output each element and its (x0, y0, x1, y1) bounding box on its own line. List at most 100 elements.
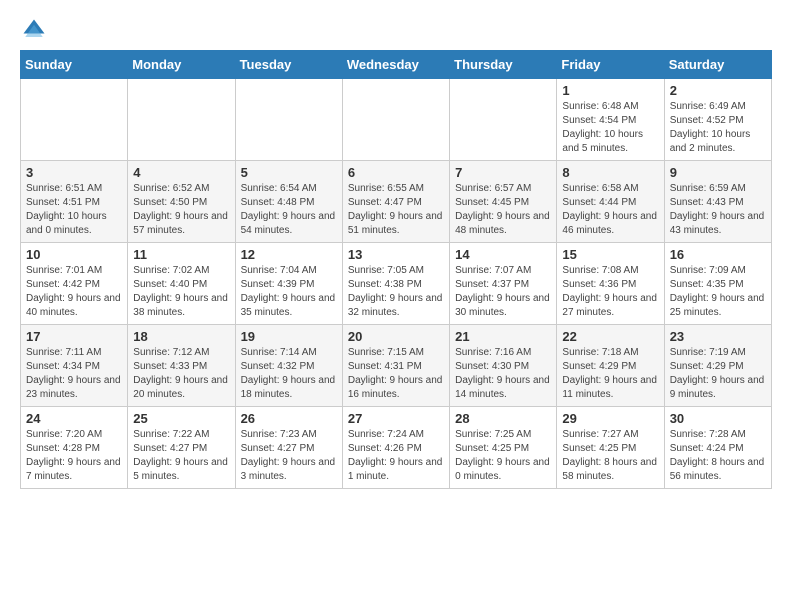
day-number: 16 (670, 247, 766, 262)
day-number: 21 (455, 329, 551, 344)
day-number: 17 (26, 329, 122, 344)
day-info: Sunrise: 7:18 AMSunset: 4:29 PMDaylight:… (562, 346, 658, 402)
day-cell (128, 79, 235, 161)
day-info: Sunrise: 7:19 AMSunset: 4:29 PMDaylight:… (670, 346, 766, 402)
day-number: 20 (348, 329, 444, 344)
day-number: 12 (241, 247, 337, 262)
day-info: Sunrise: 7:04 AMSunset: 4:39 PMDaylight:… (241, 264, 337, 320)
day-cell: 15 Sunrise: 7:08 AMSunset: 4:36 PMDayligh… (557, 243, 664, 325)
day-info: Sunrise: 7:22 AMSunset: 4:27 PMDaylight:… (133, 428, 229, 484)
day-number: 6 (348, 165, 444, 180)
day-cell: 24 Sunrise: 7:20 AMSunset: 4:28 PMDayligh… (21, 407, 128, 489)
logo (20, 16, 52, 44)
day-info: Sunrise: 6:59 AMSunset: 4:43 PMDaylight:… (670, 182, 766, 238)
day-cell: 13 Sunrise: 7:05 AMSunset: 4:38 PMDayligh… (342, 243, 449, 325)
day-cell: 12 Sunrise: 7:04 AMSunset: 4:39 PMDayligh… (235, 243, 342, 325)
calendar-header: SundayMondayTuesdayWednesdayThursdayFrid… (21, 51, 772, 79)
day-number: 15 (562, 247, 658, 262)
day-info: Sunrise: 6:54 AMSunset: 4:48 PMDaylight:… (241, 182, 337, 238)
day-cell: 8Sunrise: 6:58 AMSunset: 4:44 PMDaylight… (557, 161, 664, 243)
day-info: Sunrise: 7:28 AMSunset: 4:24 PMDaylight:… (670, 428, 766, 484)
day-number: 4 (133, 165, 229, 180)
day-info: Sunrise: 6:55 AMSunset: 4:47 PMDaylight:… (348, 182, 444, 238)
day-number: 24 (26, 411, 122, 426)
day-info: Sunrise: 7:09 AMSunset: 4:35 PMDaylight:… (670, 264, 766, 320)
day-info: Sunrise: 6:48 AMSunset: 4:54 PMDaylight:… (562, 100, 658, 156)
day-number: 28 (455, 411, 551, 426)
day-info: Sunrise: 6:49 AMSunset: 4:52 PMDaylight:… (670, 100, 766, 156)
day-cell: 1Sunrise: 6:48 AMSunset: 4:54 PMDaylight… (557, 79, 664, 161)
header (20, 16, 772, 44)
day-info: Sunrise: 7:11 AMSunset: 4:34 PMDaylight:… (26, 346, 122, 402)
day-info: Sunrise: 7:24 AMSunset: 4:26 PMDaylight:… (348, 428, 444, 484)
week-row-2: 3 Sunrise: 6:51 AMSunset: 4:51 PMDaylight… (21, 161, 772, 243)
day-info: Sunrise: 7:15 AMSunset: 4:31 PMDaylight:… (348, 346, 444, 402)
day-info: Sunrise: 6:52 AMSunset: 4:50 PMDaylight:… (133, 182, 229, 238)
day-number: 5 (241, 165, 337, 180)
header-day-thursday: Thursday (450, 51, 557, 79)
day-info: Sunrise: 7:14 AMSunset: 4:32 PMDaylight:… (241, 346, 337, 402)
day-number: 26 (241, 411, 337, 426)
header-day-wednesday: Wednesday (342, 51, 449, 79)
day-cell (235, 79, 342, 161)
week-row-3: 10Sunrise: 7:01 AMSunset: 4:42 PMDayligh… (21, 243, 772, 325)
day-info: Sunrise: 7:08 AMSunset: 4:36 PMDaylight:… (562, 264, 658, 320)
day-number: 18 (133, 329, 229, 344)
day-cell: 21Sunrise: 7:16 AMSunset: 4:30 PMDayligh… (450, 325, 557, 407)
day-cell (450, 79, 557, 161)
day-number: 8 (562, 165, 658, 180)
day-info: Sunrise: 7:25 AMSunset: 4:25 PMDaylight:… (455, 428, 551, 484)
day-info: Sunrise: 7:02 AMSunset: 4:40 PMDaylight:… (133, 264, 229, 320)
day-cell: 19 Sunrise: 7:14 AMSunset: 4:32 PMDayligh… (235, 325, 342, 407)
day-info: Sunrise: 7:20 AMSunset: 4:28 PMDaylight:… (26, 428, 122, 484)
day-cell: 20 Sunrise: 7:15 AMSunset: 4:31 PMDayligh… (342, 325, 449, 407)
day-number: 29 (562, 411, 658, 426)
day-cell: 11 Sunrise: 7:02 AMSunset: 4:40 PMDayligh… (128, 243, 235, 325)
day-cell: 5 Sunrise: 6:54 AMSunset: 4:48 PMDaylight… (235, 161, 342, 243)
header-day-saturday: Saturday (664, 51, 771, 79)
day-number: 9 (670, 165, 766, 180)
day-number: 19 (241, 329, 337, 344)
day-cell: 23 Sunrise: 7:19 AMSunset: 4:29 PMDayligh… (664, 325, 771, 407)
day-cell: 25 Sunrise: 7:22 AMSunset: 4:27 PMDayligh… (128, 407, 235, 489)
day-cell (21, 79, 128, 161)
day-info: Sunrise: 6:57 AMSunset: 4:45 PMDaylight:… (455, 182, 551, 238)
day-number: 7 (455, 165, 551, 180)
day-cell: 16 Sunrise: 7:09 AMSunset: 4:35 PMDayligh… (664, 243, 771, 325)
day-cell: 28 Sunrise: 7:25 AMSunset: 4:25 PMDayligh… (450, 407, 557, 489)
logo-icon (20, 16, 48, 44)
day-number: 3 (26, 165, 122, 180)
day-number: 10 (26, 247, 122, 262)
day-info: Sunrise: 7:23 AMSunset: 4:27 PMDaylight:… (241, 428, 337, 484)
header-day-tuesday: Tuesday (235, 51, 342, 79)
day-cell: 6 Sunrise: 6:55 AMSunset: 4:47 PMDaylight… (342, 161, 449, 243)
day-cell: 18Sunrise: 7:12 AMSunset: 4:33 PMDayligh… (128, 325, 235, 407)
week-row-1: 1Sunrise: 6:48 AMSunset: 4:54 PMDaylight… (21, 79, 772, 161)
day-cell: 26 Sunrise: 7:23 AMSunset: 4:27 PMDayligh… (235, 407, 342, 489)
day-number: 11 (133, 247, 229, 262)
day-cell: 4 Sunrise: 6:52 AMSunset: 4:50 PMDaylight… (128, 161, 235, 243)
day-cell: 2Sunrise: 6:49 AMSunset: 4:52 PMDaylight… (664, 79, 771, 161)
week-row-5: 24 Sunrise: 7:20 AMSunset: 4:28 PMDayligh… (21, 407, 772, 489)
day-cell: 30Sunrise: 7:28 AMSunset: 4:24 PMDayligh… (664, 407, 771, 489)
day-cell (342, 79, 449, 161)
day-cell: 14Sunrise: 7:07 AMSunset: 4:37 PMDayligh… (450, 243, 557, 325)
day-info: Sunrise: 6:51 AMSunset: 4:51 PMDaylight:… (26, 182, 122, 238)
day-cell: 7 Sunrise: 6:57 AMSunset: 4:45 PMDaylight… (450, 161, 557, 243)
day-cell: 29Sunrise: 7:27 AMSunset: 4:25 PMDayligh… (557, 407, 664, 489)
day-number: 13 (348, 247, 444, 262)
header-day-monday: Monday (128, 51, 235, 79)
calendar-body: 1Sunrise: 6:48 AMSunset: 4:54 PMDaylight… (21, 79, 772, 489)
calendar-table: SundayMondayTuesdayWednesdayThursdayFrid… (20, 50, 772, 489)
page: SundayMondayTuesdayWednesdayThursdayFrid… (0, 0, 792, 499)
day-number: 27 (348, 411, 444, 426)
day-number: 23 (670, 329, 766, 344)
day-number: 14 (455, 247, 551, 262)
header-row: SundayMondayTuesdayWednesdayThursdayFrid… (21, 51, 772, 79)
day-cell: 3 Sunrise: 6:51 AMSunset: 4:51 PMDaylight… (21, 161, 128, 243)
day-number: 25 (133, 411, 229, 426)
day-cell: 10Sunrise: 7:01 AMSunset: 4:42 PMDayligh… (21, 243, 128, 325)
day-cell: 27 Sunrise: 7:24 AMSunset: 4:26 PMDayligh… (342, 407, 449, 489)
day-info: Sunrise: 7:05 AMSunset: 4:38 PMDaylight:… (348, 264, 444, 320)
day-number: 22 (562, 329, 658, 344)
